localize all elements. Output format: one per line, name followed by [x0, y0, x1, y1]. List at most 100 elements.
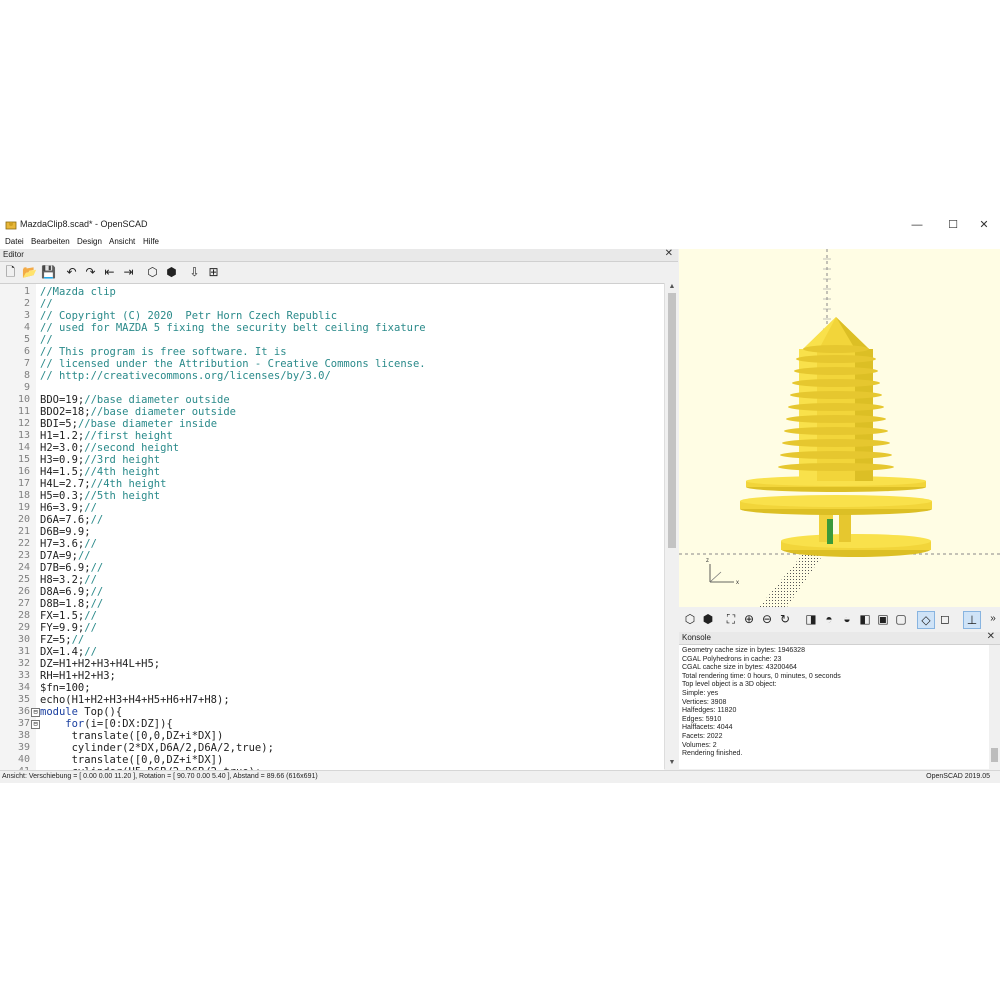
preview-icon[interactable]: ⬡: [145, 265, 160, 280]
console-line: Facets: 2022: [682, 733, 723, 740]
line-number: 24: [17, 562, 30, 573]
send-to-print-icon[interactable]: ⊞: [206, 265, 221, 280]
code-statement: FZ=5;: [40, 634, 72, 646]
code-statement: DX=1.4;: [40, 646, 85, 658]
console-line: Vertices: 3908: [682, 698, 727, 706]
console-line: CGAL Polyhedrons in cache: 23: [682, 655, 782, 663]
render-icon[interactable]: ⬢: [164, 265, 179, 280]
code-statement: Top(){: [77, 706, 123, 718]
line-number: 1: [23, 286, 30, 297]
line-number: 4: [23, 322, 30, 333]
fold-toggle-icon[interactable]: ⊟: [31, 720, 40, 729]
code-comment: //3rd height: [84, 454, 161, 466]
code-comment: //: [84, 502, 97, 514]
code-editor[interactable]: 1 2 3 4 5 6 7 8 9 10 11 12 13 14 15 16 17 18 19 20 21 22 23 24 2…: [0, 283, 664, 770]
code-comment: //: [90, 598, 104, 610]
code-comment: //: [77, 550, 91, 562]
scroll-up-icon[interactable]: ▲: [665, 283, 679, 293]
code-statement: H7=3.6;: [40, 538, 85, 550]
line-number: 13: [17, 430, 30, 441]
code-line: D8B=1.8;//: [40, 598, 103, 610]
console-scroll-thumb[interactable]: [991, 748, 998, 762]
more-tools-icon[interactable]: »: [985, 611, 1000, 627]
line-number: 35: [17, 694, 30, 705]
editor-scroll-thumb[interactable]: [668, 293, 676, 548]
line-number: 6: [23, 346, 30, 357]
perspective-icon[interactable]: ◇: [917, 611, 935, 629]
title-bar[interactable]: MazdaClip8.scad* - OpenSCAD — ☐ ✕: [0, 214, 1000, 236]
view-front-icon[interactable]: ▣: [875, 611, 891, 627]
view-bottom-icon[interactable]: ◒: [839, 611, 855, 627]
new-file-icon[interactable]: 🗋: [3, 265, 18, 280]
menu-bearbeiten[interactable]: Bearbeiten: [31, 237, 70, 246]
code-statement: H2=3.0;: [40, 442, 85, 454]
unindent-icon[interactable]: ⇤: [102, 265, 117, 280]
minimize-button[interactable]: —: [906, 217, 928, 233]
close-window-button[interactable]: ✕: [973, 217, 995, 233]
line-number: 22: [17, 538, 30, 549]
reset-view-icon[interactable]: ↻: [777, 611, 793, 627]
code-line: H6=3.9;//: [40, 502, 97, 514]
console-line: Total rendering time: 0 hours, 0 minutes…: [682, 672, 841, 680]
code-line: H4=1.5;//4th height: [40, 466, 160, 478]
menu-datei[interactable]: Datei: [5, 237, 24, 246]
code-statement: D8A=6.9;: [40, 586, 91, 598]
menu-hilfe[interactable]: Hilfe: [143, 237, 159, 246]
3d-viewport[interactable]: z x: [679, 249, 1000, 607]
window-title: MazdaClip8.scad* - OpenSCAD: [20, 219, 148, 229]
code-statement: H4L=2.7;: [40, 478, 91, 490]
code-comment: // This program is free software. It is: [40, 346, 287, 358]
line-number: 36: [17, 706, 30, 717]
console-line: CGAL cache size in bytes: 43200464: [682, 664, 797, 672]
axis-label-x: x: [736, 580, 739, 586]
axis-label-z: z: [706, 558, 709, 564]
view-all-icon[interactable]: ⛶: [723, 611, 739, 627]
code-statement: FX=1.5;: [40, 610, 85, 622]
zoom-in-icon[interactable]: ⊕: [741, 611, 757, 627]
undo-icon[interactable]: ↶: [64, 265, 79, 280]
view-back-icon[interactable]: ▢: [893, 611, 909, 627]
orthogonal-icon[interactable]: ◻: [937, 611, 953, 627]
console-close-icon[interactable]: ✕: [987, 631, 995, 642]
ground-grid: [759, 549, 827, 607]
code-comment: //: [84, 538, 97, 550]
line-number: 7: [23, 358, 30, 369]
show-axes-icon[interactable]: ⊥: [963, 611, 981, 629]
line-number: 20: [17, 514, 30, 525]
code-statement: D7A=9;: [40, 550, 78, 562]
menu-design[interactable]: Design: [77, 237, 102, 246]
code-comment: // http://creativecommons.org/licenses/b…: [40, 370, 331, 382]
view-left-icon[interactable]: ◧: [857, 611, 873, 627]
render-icon[interactable]: ⬢: [700, 611, 716, 627]
export-stl-icon[interactable]: ⇩: [187, 265, 202, 280]
line-number: 23: [17, 550, 30, 561]
redo-icon[interactable]: ↷: [83, 265, 98, 280]
code-statement: RH=H1+H2+H3;: [40, 670, 116, 682]
line-number: 29: [17, 622, 30, 633]
scroll-down-icon[interactable]: ▼: [665, 759, 679, 769]
preview-icon[interactable]: ⬡: [682, 611, 698, 627]
view-right-icon[interactable]: ◨: [803, 611, 819, 627]
code-comment: //base diameter outside: [90, 406, 236, 418]
line-number: 18: [17, 490, 30, 501]
zoom-out-icon[interactable]: ⊖: [759, 611, 775, 627]
editor-vertical-scrollbar[interactable]: ▲ ▼: [664, 283, 679, 769]
code-comment: // used for MAZDA 5 fixing the security …: [40, 322, 426, 334]
maximize-button[interactable]: ☐: [942, 217, 964, 233]
console-output[interactable]: Geometry cache size in bytes: 1946328 CGA…: [679, 645, 989, 769]
editor-close-icon[interactable]: ✕: [665, 248, 673, 259]
code-line: RH=H1+H2+H3;: [40, 670, 116, 682]
console-vertical-scrollbar[interactable]: [989, 645, 1000, 769]
open-file-icon[interactable]: 📂: [22, 265, 37, 280]
line-number: 33: [17, 670, 30, 681]
code-line: $fn=100;: [40, 682, 91, 694]
code-line: echo(H1+H2+H3+H4+H5+H6+H7+H8);: [40, 694, 230, 706]
code-line: BDO2=18;//base diameter outside: [40, 406, 236, 418]
view-top-icon[interactable]: ◓: [821, 611, 837, 627]
save-file-icon[interactable]: 💾: [41, 265, 56, 280]
fold-toggle-icon[interactable]: ⊟: [31, 708, 40, 717]
menu-ansicht[interactable]: Ansicht: [109, 237, 135, 246]
line-number: 16: [17, 466, 30, 477]
line-number-gutter: 1 2 3 4 5 6 7 8 9 10 11 12 13 14 15 16 17 18 19 20 21 22 23 24 2…: [0, 284, 40, 770]
indent-icon[interactable]: ⇥: [121, 265, 136, 280]
